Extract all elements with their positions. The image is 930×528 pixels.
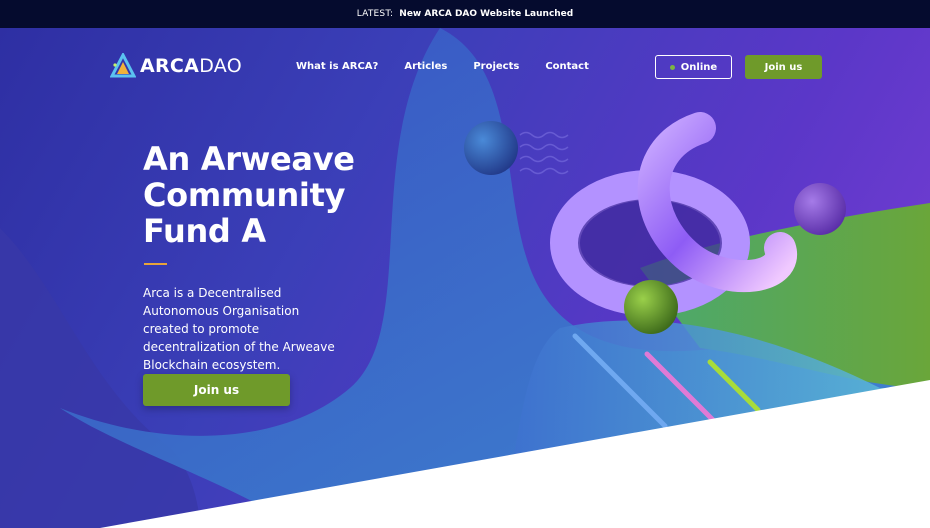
online-status-dot-icon — [669, 64, 675, 70]
online-button-label: Online — [680, 61, 718, 73]
banner-headline-link[interactable]: New ARCA DAO Website Launched — [399, 9, 573, 19]
main-navigation: What is ARCA? Articles Projects Contact — [296, 61, 589, 72]
hero-description: Arca is a Decentralised Autonomous Organ… — [143, 286, 335, 372]
site-logo[interactable]: ARCADAO — [110, 53, 242, 79]
brand-name-light: DAO — [199, 55, 243, 77]
hero-section — [0, 28, 930, 528]
brand-name-bold: ARCA — [140, 55, 200, 77]
banner-prefix: LATEST: — [356, 9, 394, 19]
title-divider — [144, 263, 167, 265]
nav-articles[interactable]: Articles — [404, 61, 447, 72]
announcement-banner: LATEST: New ARCA DAO Website Launched — [0, 0, 930, 28]
hero-background-illustration — [0, 28, 930, 528]
online-button[interactable]: Online — [655, 55, 732, 79]
nav-contact[interactable]: Contact — [545, 61, 589, 72]
header-join-button[interactable]: Join us — [745, 55, 822, 79]
arca-triangle-logo-icon — [110, 53, 136, 78]
nav-what-is-arca[interactable]: What is ARCA? — [296, 61, 378, 72]
nav-projects[interactable]: Projects — [473, 61, 519, 72]
hero-join-button[interactable]: Join us — [143, 374, 290, 406]
hero-title: An Arweave Community Fund A — [143, 140, 355, 250]
